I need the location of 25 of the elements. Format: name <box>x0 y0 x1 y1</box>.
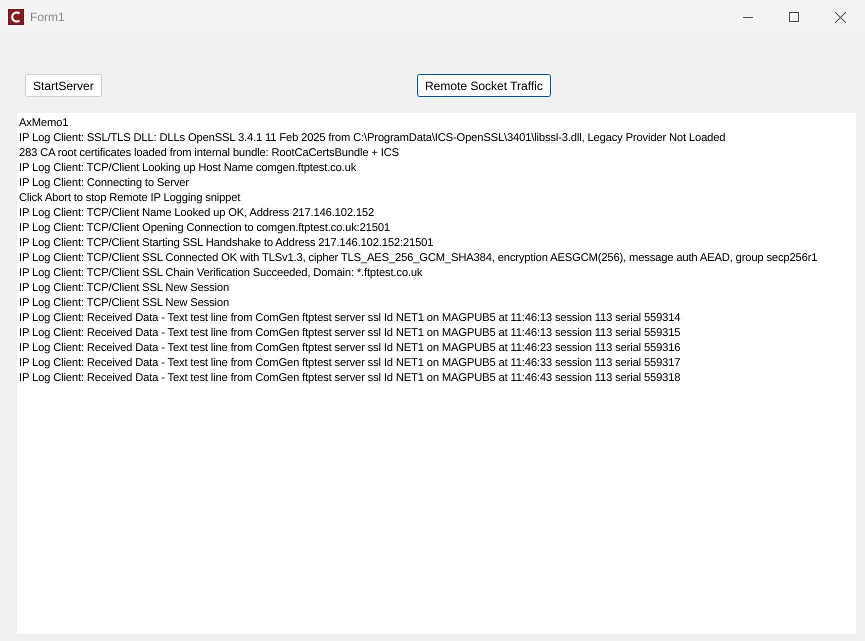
log-line: IP Log Client: TCP/Client SSL Chain Verification Succeeded, Domain: *.ftptest.co.uk <box>19 266 422 281</box>
log-line: IP Log Client: Connecting to Server <box>19 176 189 191</box>
log-line: IP Log Client: TCP/Client SSL New Session <box>19 296 230 311</box>
log-line: IP Log Client: TCP/Client Opening Connection to comgen.ftptest.co.uk:21501 <box>19 221 390 236</box>
toolbar-button[interactable]: StartServer <box>25 74 102 97</box>
log-line: IP Log Client: Received Data - Text test line from ComGen ftptest server ssl Id NET1 on MAGPUB5 at 11:46:13 session 113 serial 559315 <box>19 326 680 341</box>
log-line: IP Log Client: TCP/Client Name Looked up OK, Address 217.146.102.152 <box>19 206 374 221</box>
close-icon <box>834 12 846 22</box>
log-line: IP Log Client: Received Data - Text test line from ComGen ftptest server ssl Id NET1 on MAGPUB5 at 11:46:43 session 113 serial 559318 <box>19 371 680 386</box>
log-line: AxMemo1 <box>19 116 68 131</box>
log-line: IP Log Client: Received Data - Text test line from ComGen ftptest server ssl Id NET1 on MAGPUB5 at 11:46:13 session 113 serial 559314 <box>19 311 680 326</box>
log-line: Click Abort to stop Remote IP Logging snippet <box>19 191 240 206</box>
log-line: IP Log Client: TCP/Client SSL Connected OK with TLSv1.3, cipher TLS_AES_256_GCM_SHA384, encryption AESGCM(256), message auth AEAD, group secp256r1 <box>19 251 818 266</box>
log-line: 283 CA root certificates loaded from internal bundle: RootCaCertsBundle + ICS <box>19 146 399 161</box>
app-icon <box>8 9 24 25</box>
maximize-icon <box>789 12 799 22</box>
log-line: IP Log Client: TCP/Client SSL New Session <box>19 281 230 296</box>
log-line: IP Log Client: TCP/Client Looking up Host Name comgen.ftptest.co.uk <box>19 161 356 176</box>
window-title: Form1 <box>30 9 65 26</box>
log-line: IP Log Client: Received Data - Text test line from ComGen ftptest server ssl Id NET1 on MAGPUB5 at 11:46:23 session 113 serial 559316 <box>19 341 680 356</box>
minimize-icon <box>743 16 753 18</box>
log-line: IP Log Client: Received Data - Text test line from ComGen ftptest server ssl Id NET1 on MAGPUB5 at 11:46:33 session 113 serial 559317 <box>19 356 680 371</box>
toolbar-button[interactable]: Remote Socket Traffic <box>417 74 551 97</box>
log-line: IP Log Client: TCP/Client Starting SSL Handshake to Address 217.146.102.152:21501 <box>19 236 434 251</box>
log-line: IP Log Client: SSL/TLS DLL: DLLs OpenSSL 3.4.1 11 Feb 2025 from C:\ProgramData\ICS-OpenSSL\3401\libssl-3.dll, Legacy Provider Not Loaded <box>19 131 726 146</box>
